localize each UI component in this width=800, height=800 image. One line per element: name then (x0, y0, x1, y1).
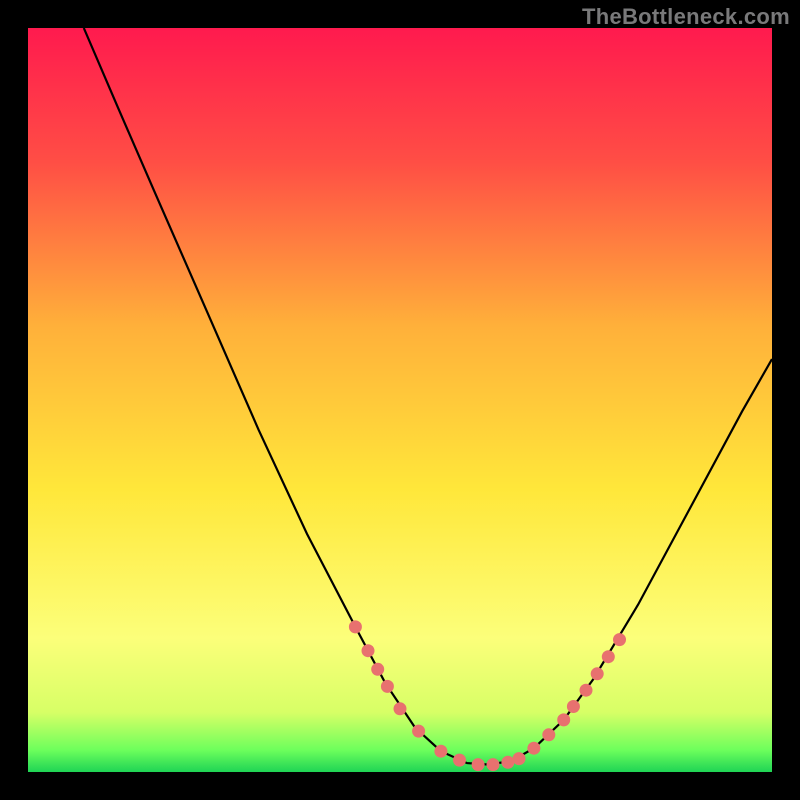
watermark-text: TheBottleneck.com (582, 4, 790, 30)
curve-marker (513, 752, 526, 765)
curve-marker (591, 667, 604, 680)
curve-marker (580, 684, 593, 697)
curve-marker (602, 650, 615, 663)
curve-marker (412, 725, 425, 738)
curve-marker (501, 756, 514, 769)
curve-marker (567, 700, 580, 713)
curve-marker (394, 702, 407, 715)
curve-marker (349, 620, 362, 633)
curve-marker (381, 680, 394, 693)
bottleneck-curve-chart (28, 28, 772, 772)
curve-marker (542, 728, 555, 741)
curve-marker (453, 754, 466, 767)
curve-marker (362, 644, 375, 657)
curve-markers (349, 620, 626, 771)
curve-marker (487, 758, 500, 771)
curve-marker (371, 663, 384, 676)
curve-marker (613, 633, 626, 646)
main-curve (84, 28, 772, 765)
curve-marker (557, 713, 570, 726)
curve-marker (472, 758, 485, 771)
curve-marker (527, 742, 540, 755)
curve-marker (434, 745, 447, 758)
